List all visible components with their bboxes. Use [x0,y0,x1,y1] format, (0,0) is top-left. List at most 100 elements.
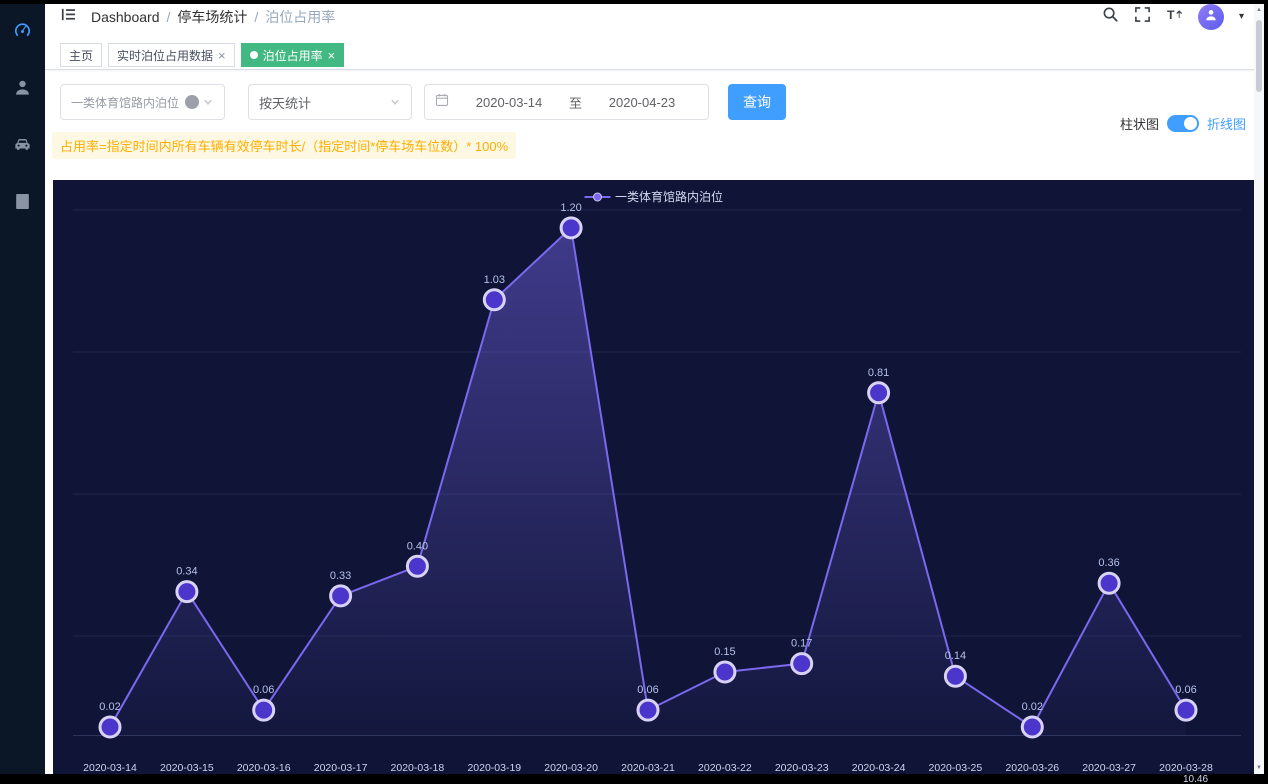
x-axis-label: 2020-03-26 [1005,762,1059,774]
x-axis-label: 2020-03-18 [391,762,445,774]
point-value-label: 0.15 [714,646,735,658]
chart-type-switch[interactable] [1167,115,1199,132]
data-point[interactable] [792,654,812,674]
sidebar-collapse-button[interactable] [60,6,77,28]
x-axis-label: 2020-03-21 [621,762,675,774]
avatar-caret-icon[interactable]: ▾ [1239,12,1244,22]
data-point[interactable] [254,700,274,720]
point-value-label: 0.02 [99,701,120,713]
point-value-label: 1.20 [560,202,581,214]
fullscreen-button[interactable] [1134,6,1151,28]
data-point[interactable] [484,290,504,310]
line-chart-label: 折线图 [1207,114,1246,133]
text-size-icon: T [1166,6,1183,28]
x-axis-label: 2020-03-24 [852,762,906,774]
series-area [110,228,1186,736]
date-range-picker[interactable]: 2020-03-14 至 2020-04-23 [424,84,709,120]
date-end-input[interactable]: 2020-04-23 [586,95,698,110]
right-black-strip [1264,0,1268,784]
data-point[interactable] [945,666,965,686]
report-icon [13,192,32,216]
tab-label: 实时泊位占用数据 [117,47,213,64]
stat-period-select[interactable]: 按天统计 [248,84,412,120]
chevron-down-icon [202,96,214,108]
search-button[interactable] [1102,6,1119,28]
user-avatar[interactable] [1198,4,1224,30]
point-value-label: 0.36 [1098,557,1119,569]
sidebar [0,4,45,774]
sidebar-item-vehicles[interactable] [0,118,45,175]
tab-home[interactable]: 主页 [60,43,102,67]
breadcrumb-item-occupancy: 泊位占用率 [265,7,335,27]
sidebar-item-dashboard[interactable] [0,4,45,61]
parking-lot-select[interactable]: 一类体育馆路内泊位 [60,84,225,120]
breadcrumb-item-parking-stats[interactable]: 停车场统计 [177,7,247,27]
chart-legend[interactable]: 一类体育馆路内泊位 [584,188,723,205]
bar-chart-label: 柱状图 [1120,114,1159,133]
point-value-label: 0.06 [1175,684,1196,696]
sidebar-item-reports[interactable] [0,175,45,232]
x-axis-label: 2020-03-27 [1082,762,1136,774]
query-button[interactable]: 查询 [728,84,786,120]
tab-label: 主页 [69,47,93,64]
point-value-label: 0.81 [868,367,889,379]
font-size-button[interactable]: T [1166,6,1183,28]
date-range-separator: 至 [569,93,582,112]
sidebar-item-users[interactable] [0,61,45,118]
point-value-label: 0.06 [637,684,658,696]
point-value-label: 0.14 [945,650,966,662]
breadcrumb-item-dashboard[interactable]: Dashboard [91,9,160,25]
x-axis-label: 2020-03-16 [237,762,291,774]
date-start-input[interactable]: 2020-03-14 [453,95,565,110]
data-point[interactable] [331,586,351,606]
tab-realtime-occupancy[interactable]: 实时泊位占用数据 × [108,43,235,67]
x-axis-label: 2020-03-28 [1159,762,1213,774]
x-axis-label: 2020-03-19 [467,762,521,774]
svg-text:T: T [1167,8,1175,22]
top-black-strip [0,0,1268,4]
data-point[interactable] [100,717,120,737]
car-icon [13,135,32,159]
filter-area: 一类体育馆路内泊位 按天统计 [45,70,1254,159]
tab-label: 泊位占用率 [263,47,323,64]
navbar-actions: T ▾ [1102,4,1244,30]
vertical-scrollbar[interactable]: ▲ ▼ [1254,4,1264,774]
data-point[interactable] [1099,573,1119,593]
point-value-label: 1.03 [484,274,505,286]
active-dot-icon [250,51,258,59]
data-point[interactable] [638,700,658,720]
selected-count-badge-icon [185,95,199,109]
legend-line-marker-icon [584,192,610,202]
point-value-label: 0.34 [176,566,197,578]
app-window: Dashboard / 停车场统计 / 泊位占用率 [0,0,1268,784]
fullscreen-icon [1134,6,1151,28]
legend-label: 一类体育馆路内泊位 [615,188,723,205]
occupancy-chart: 0.020.340.060.330.401.031.200.060.150.17… [53,180,1254,784]
scroll-up-arrow-icon[interactable]: ▲ [1254,4,1264,16]
calendar-icon [435,93,449,112]
scrollbar-thumb[interactable] [1256,20,1262,92]
x-axis-label: 2020-03-23 [775,762,829,774]
point-value-label: 0.33 [330,570,351,582]
point-value-label: 0.06 [253,684,274,696]
tabs-bar: 主页 实时泊位占用数据 × 泊位占用率 × [45,30,1254,70]
point-value-label: 0.17 [791,638,812,650]
breadcrumb-separator: / [254,9,258,25]
tab-occupancy-rate[interactable]: 泊位占用率 × [241,43,345,67]
stat-period-select-value: 按天统计 [259,93,311,112]
close-icon[interactable]: × [328,49,336,62]
x-axis-label: 2020-03-15 [160,762,214,774]
close-icon[interactable]: × [218,49,226,62]
chart-panel: 一类体育馆路内泊位 0.020.340.060.330.401.031.200.… [53,180,1254,784]
data-point[interactable] [869,383,889,403]
chart-type-toggle-group: 柱状图 折线图 [1120,114,1246,133]
data-point[interactable] [1176,700,1196,720]
datazoom-partial-label: 10.46 [1183,774,1208,784]
data-point[interactable] [177,582,197,602]
breadcrumb: Dashboard / 停车场统计 / 泊位占用率 [91,7,335,27]
data-point[interactable] [1022,717,1042,737]
data-point[interactable] [407,556,427,576]
scroll-down-arrow-icon[interactable]: ▼ [1254,762,1264,774]
data-point[interactable] [561,218,581,238]
data-point[interactable] [715,662,735,682]
